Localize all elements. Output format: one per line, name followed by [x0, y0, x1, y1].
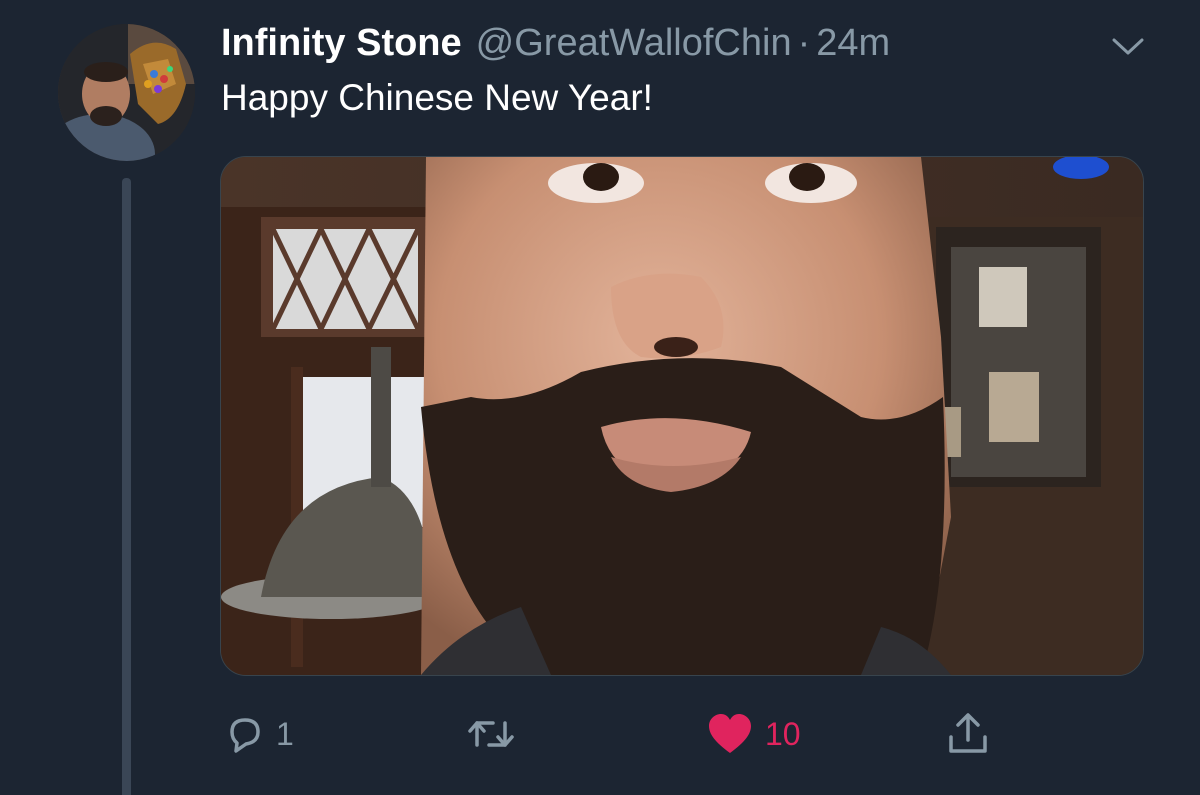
reply-count: 1	[276, 716, 294, 752]
action-bar: 1 10	[0, 700, 1200, 770]
user-handle[interactable]: @GreatWallofChin	[476, 18, 792, 68]
like-button[interactable]: 10	[707, 710, 801, 758]
reply-icon	[230, 718, 260, 753]
display-name[interactable]: Infinity Stone	[221, 18, 462, 68]
share-button[interactable]	[945, 710, 991, 758]
share-icon	[949, 713, 987, 753]
tweet-photo[interactable]	[220, 156, 1144, 676]
timestamp[interactable]: 24m	[816, 18, 890, 68]
retweet-button[interactable]	[463, 710, 527, 758]
tweet-header: Infinity Stone @GreatWallofChin · 24m	[221, 18, 890, 68]
avatar[interactable]	[58, 24, 195, 161]
photo-image	[221, 157, 1143, 675]
avatar-image	[58, 24, 195, 161]
separator-dot: ·	[797, 22, 811, 64]
heart-icon	[709, 714, 751, 753]
tweet-text: Happy Chinese New Year!	[221, 77, 653, 118]
chevron-down-icon	[1112, 38, 1144, 55]
tweet-menu-button[interactable]	[1108, 30, 1148, 62]
like-count: 10	[765, 716, 801, 752]
tweet[interactable]: Infinity Stone @GreatWallofChin · 24m Ha…	[0, 0, 1200, 795]
retweet-icon	[468, 721, 514, 747]
reply-button[interactable]: 1	[222, 710, 294, 758]
